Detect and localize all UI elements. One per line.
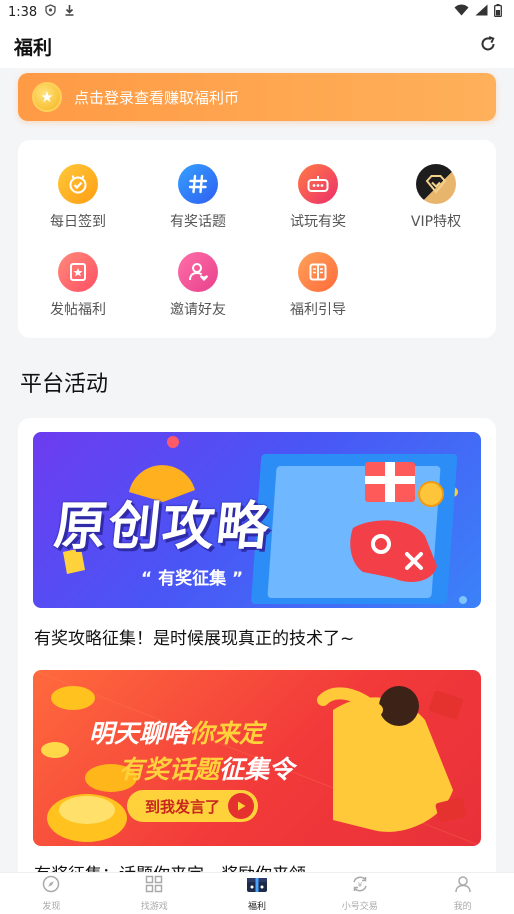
- cell-signal-icon: [475, 4, 488, 20]
- speak-button-label: 到我发言了: [145, 797, 221, 816]
- compass-icon: [42, 875, 60, 897]
- tab-welfare[interactable]: 福利: [206, 873, 309, 914]
- page-title: 福利: [14, 36, 53, 59]
- welfare-grid: 每日签到 有奖话题 试玩有奖 VIP特权 发帖福利 邀请好友 福利引导: [18, 140, 496, 338]
- svg-text:¥: ¥: [358, 881, 363, 889]
- platform-activities: 原创攻略 “ 有奖征集 ” 有奖攻略征集！是时候展现真正的技术了~ 明天聊啥你来…: [18, 418, 496, 872]
- grid-item-vip[interactable]: VIP特权: [376, 164, 496, 231]
- refresh-button[interactable]: [474, 32, 502, 60]
- banner-headline-2: 有奖话题征集令: [119, 750, 294, 786]
- tab-account-trade[interactable]: ¥ 小号交易: [308, 873, 411, 914]
- wifi-icon: [454, 4, 469, 20]
- grid-label: 发帖福利: [50, 302, 106, 318]
- tab-discover[interactable]: 发现: [0, 873, 103, 914]
- grid-item-prize-topic[interactable]: 有奖话题: [138, 164, 258, 231]
- tab-find-games[interactable]: 找游戏: [103, 873, 206, 914]
- banner-subtitle-left-mark: “: [141, 569, 159, 589]
- speak-button[interactable]: 到我发言了: [127, 790, 259, 822]
- download-status-icon: [64, 4, 75, 20]
- tab-label: 小号交易: [341, 902, 378, 912]
- login-banner[interactable]: ★ 点击登录查看赚取福利币: [18, 73, 496, 121]
- section-title: 平台活动: [20, 372, 109, 397]
- grid-label: VIP特权: [410, 214, 462, 230]
- grid-item-invite-friends[interactable]: 邀请好友: [138, 252, 258, 319]
- star-coin-icon: ★: [32, 82, 62, 112]
- welfare-content[interactable]: ★ 点击登录查看赚取福利币 每日签到 有奖话题 试玩有奖 VIP特权 发帖福利 …: [0, 68, 514, 872]
- battery-icon: [494, 3, 502, 21]
- tab-label: 找游戏: [140, 902, 168, 912]
- banner-headline-2-a: 有奖话题: [119, 755, 220, 784]
- activity-caption[interactable]: 有奖攻略征集！是时候展现真正的技术了~: [34, 624, 354, 649]
- grid-item-post-bonus[interactable]: 发帖福利: [18, 252, 138, 319]
- post-icon: [58, 252, 98, 292]
- user-icon: [454, 875, 472, 897]
- login-banner-text: 点击登录查看赚取福利币: [74, 88, 240, 107]
- banner-headline-1: 明天聊啥你来定: [89, 714, 264, 750]
- grid-label: 有奖话题: [170, 214, 226, 230]
- play-icon: [228, 793, 255, 819]
- grid-label: 邀请好友: [170, 302, 226, 318]
- invite-friend-icon: [178, 252, 218, 292]
- status-time: 1:38: [8, 4, 38, 20]
- activity-banner-topic[interactable]: 明天聊啥你来定 有奖话题征集令 到我发言了: [33, 670, 481, 846]
- banner-subtitle-right-mark: ”: [226, 569, 244, 589]
- gamepad-icon: [298, 164, 338, 204]
- bottom-tab-bar: 发现 找游戏 福利 ¥ 小号交易 我的: [0, 872, 514, 914]
- grid-label: 每日签到: [50, 214, 106, 230]
- guide-book-icon: [298, 252, 338, 292]
- hashtag-icon: [178, 164, 218, 204]
- banner-subtitle-text: 有奖征集: [158, 569, 227, 589]
- banner-title: 原创攻略: [51, 497, 274, 557]
- app-header: 福利: [0, 24, 514, 68]
- refresh-icon: [479, 35, 497, 57]
- tab-label: 福利: [247, 902, 266, 912]
- grid-label: 福利引导: [290, 302, 346, 318]
- tab-mine[interactable]: 我的: [411, 873, 514, 914]
- banner-headline-1-b: 你来定: [189, 719, 265, 748]
- exchange-icon: ¥: [351, 875, 369, 897]
- shield-status-icon: [45, 4, 56, 20]
- status-bar: 1:38: [0, 0, 514, 24]
- banner-headline-2-b: 征集令: [219, 755, 295, 784]
- grid-item-trial-play[interactable]: 试玩有奖: [258, 164, 378, 231]
- checkin-icon: [58, 164, 98, 204]
- gift-box-icon: [246, 875, 268, 897]
- activity-banner-guide[interactable]: 原创攻略 “ 有奖征集 ”: [33, 432, 481, 608]
- grid-label: 试玩有奖: [290, 214, 346, 230]
- grid-item-daily-checkin[interactable]: 每日签到: [18, 164, 138, 231]
- vip-diamond-icon: [416, 164, 456, 204]
- banner-subtitle: “ 有奖征集 ”: [141, 564, 243, 589]
- grid-icon: [145, 875, 163, 897]
- grid-item-welfare-guide[interactable]: 福利引导: [258, 252, 378, 319]
- activity-caption[interactable]: 有奖征集：话题你来定，奖励你来领: [34, 860, 306, 872]
- tab-label: 发现: [42, 902, 61, 912]
- banner-headline-1-a: 明天聊啥: [89, 719, 190, 748]
- tab-label: 我的: [453, 902, 472, 912]
